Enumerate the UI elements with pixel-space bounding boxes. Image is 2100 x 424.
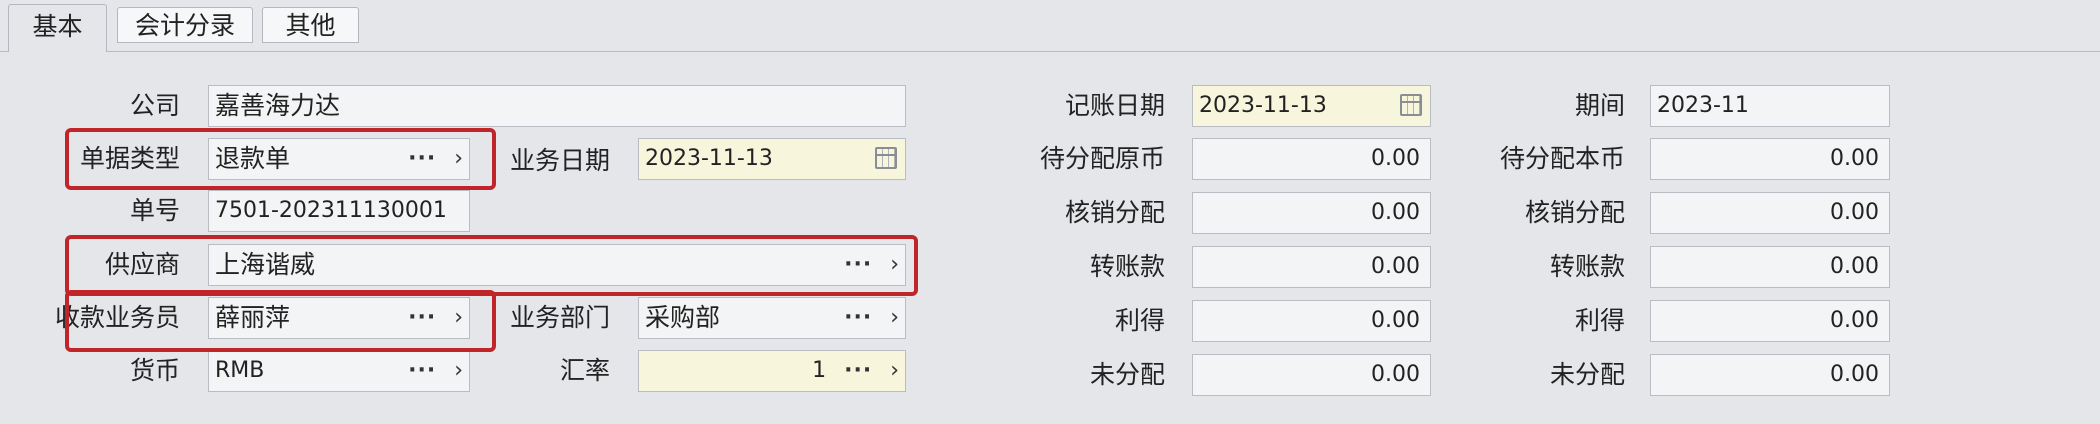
tab-bar: 基本 会计分录 其他 — [0, 0, 2100, 52]
collector-label: 收款业务员 — [54, 303, 180, 332]
chevron-right-icon[interactable]: › — [454, 298, 463, 338]
transfer-local-value: 0.00 — [1830, 254, 1879, 279]
collector-field[interactable]: 薛丽萍 ··· › — [208, 297, 470, 339]
post-date-field[interactable]: 2023-11-13 — [1192, 85, 1431, 127]
chevron-right-icon[interactable]: › — [454, 351, 463, 391]
tab-accounting-entries[interactable]: 会计分录 — [117, 7, 253, 43]
pending-local-field[interactable]: 0.00 — [1650, 138, 1890, 180]
writeoff-local-label: 核销分配 — [1524, 198, 1625, 227]
rate-label: 汇率 — [559, 356, 610, 385]
writeoff-field[interactable]: 0.00 — [1192, 192, 1431, 234]
ellipsis-icon[interactable]: ··· — [408, 298, 436, 338]
ellipsis-icon[interactable]: ··· — [844, 298, 872, 338]
post-date-value: 2023-11-13 — [1199, 93, 1327, 118]
pending-local-label: 待分配本币 — [1499, 144, 1625, 173]
department-label: 业务部门 — [509, 303, 610, 332]
transfer-local-label: 转账款 — [1549, 252, 1625, 281]
gain-label: 利得 — [1114, 306, 1165, 335]
company-field[interactable]: 嘉善海力达 — [208, 85, 906, 127]
calendar-icon[interactable] — [1400, 94, 1422, 116]
department-value: 采购部 — [645, 303, 721, 332]
chevron-right-icon[interactable]: › — [890, 245, 899, 285]
ellipsis-icon[interactable]: ··· — [408, 139, 436, 179]
doc-type-value: 退款单 — [215, 144, 291, 173]
supplier-field[interactable]: 上海谐威 ··· › — [208, 244, 906, 286]
doc-type-field[interactable]: 退款单 ··· › — [208, 138, 470, 180]
pending-orig-field[interactable]: 0.00 — [1192, 138, 1431, 180]
chevron-right-icon[interactable]: › — [890, 298, 899, 338]
tab-other[interactable]: 其他 — [262, 7, 359, 43]
period-field[interactable]: 2023-11 — [1650, 85, 1890, 127]
pending-orig-value: 0.00 — [1371, 146, 1420, 171]
tab-basic[interactable]: 基本 — [8, 4, 107, 52]
biz-date-label: 业务日期 — [509, 146, 610, 175]
gain-local-value: 0.00 — [1830, 308, 1879, 333]
pending-orig-label: 待分配原币 — [1039, 144, 1165, 173]
post-date-label: 记账日期 — [1064, 91, 1165, 120]
chevron-right-icon[interactable]: › — [890, 351, 899, 391]
gain-local-field[interactable]: 0.00 — [1650, 300, 1890, 342]
gain-local-label: 利得 — [1574, 306, 1625, 335]
unallocated-field[interactable]: 0.00 — [1192, 354, 1431, 396]
gain-value: 0.00 — [1371, 308, 1420, 333]
currency-field[interactable]: RMB ··· › — [208, 350, 470, 392]
doc-type-label: 单据类型 — [79, 144, 180, 173]
unallocated-label: 未分配 — [1089, 360, 1165, 389]
transfer-value: 0.00 — [1371, 254, 1420, 279]
company-label: 公司 — [129, 91, 180, 120]
ellipsis-icon[interactable]: ··· — [408, 351, 436, 391]
unallocated-value: 0.00 — [1371, 362, 1420, 387]
doc-no-label: 单号 — [129, 196, 180, 225]
unallocated-local-label: 未分配 — [1549, 360, 1625, 389]
biz-date-value: 2023-11-13 — [645, 146, 773, 171]
tab-divider — [0, 51, 2100, 52]
chevron-right-icon[interactable]: › — [454, 139, 463, 179]
supplier-label: 供应商 — [104, 250, 180, 279]
period-value: 2023-11 — [1657, 93, 1749, 118]
writeoff-local-field[interactable]: 0.00 — [1650, 192, 1890, 234]
doc-no-field[interactable]: 7501-202311130001 — [208, 190, 470, 232]
supplier-value: 上海谐威 — [215, 250, 316, 279]
unallocated-local-field[interactable]: 0.00 — [1650, 354, 1890, 396]
department-field[interactable]: 采购部 ··· › — [638, 297, 906, 339]
calendar-icon[interactable] — [875, 147, 897, 169]
currency-value: RMB — [215, 358, 265, 383]
company-value: 嘉善海力达 — [215, 91, 341, 120]
writeoff-label: 核销分配 — [1064, 198, 1165, 227]
ellipsis-icon[interactable]: ··· — [844, 351, 872, 391]
gain-field[interactable]: 0.00 — [1192, 300, 1431, 342]
collector-value: 薛丽萍 — [215, 303, 291, 332]
doc-no-value: 7501-202311130001 — [215, 198, 447, 223]
biz-date-field[interactable]: 2023-11-13 — [638, 138, 906, 180]
writeoff-value: 0.00 — [1371, 200, 1420, 225]
period-label: 期间 — [1574, 91, 1625, 120]
transfer-field[interactable]: 0.00 — [1192, 246, 1431, 288]
currency-label: 货币 — [129, 356, 180, 385]
ellipsis-icon[interactable]: ··· — [844, 245, 872, 285]
writeoff-local-value: 0.00 — [1830, 200, 1879, 225]
transfer-local-field[interactable]: 0.00 — [1650, 246, 1890, 288]
rate-field[interactable]: 1 ··· › — [638, 350, 906, 392]
unallocated-local-value: 0.00 — [1830, 362, 1879, 387]
rate-value: 1 — [812, 358, 827, 383]
transfer-label: 转账款 — [1089, 252, 1165, 281]
pending-local-value: 0.00 — [1830, 146, 1879, 171]
